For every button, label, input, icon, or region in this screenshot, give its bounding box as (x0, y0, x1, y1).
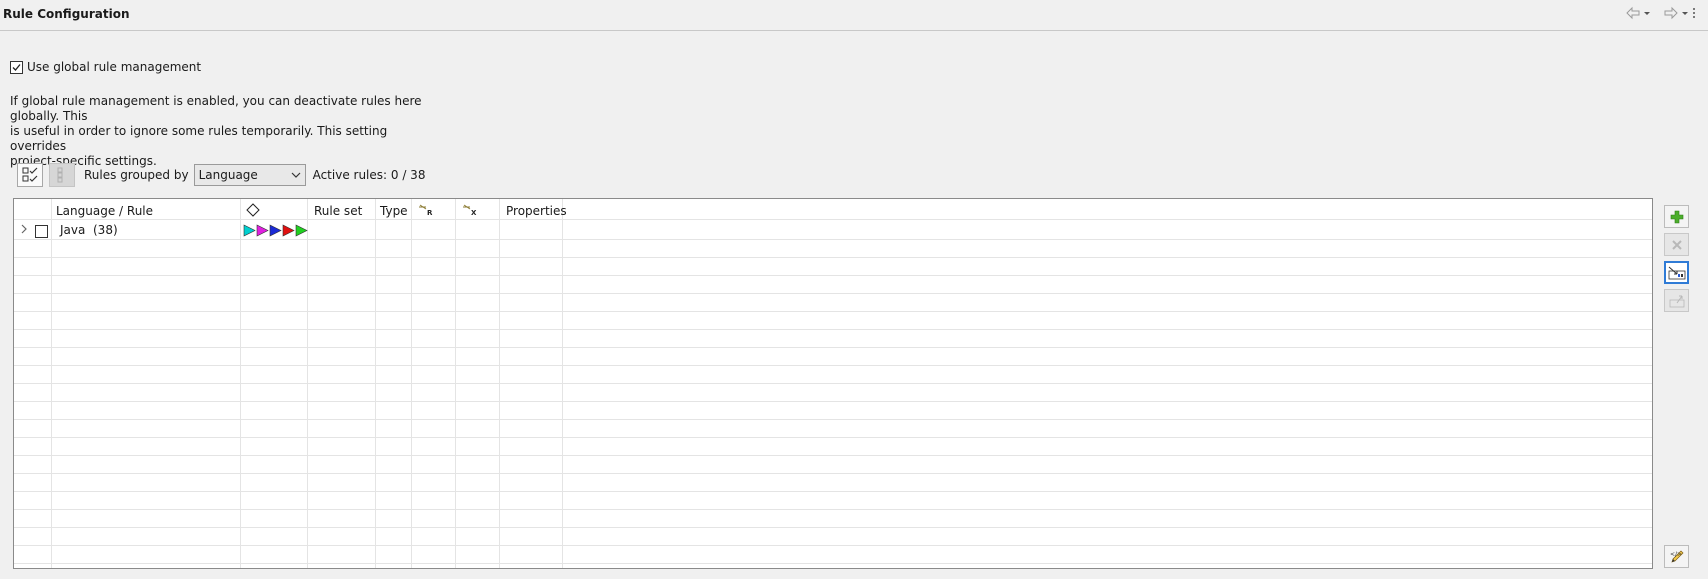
forward-navigation (1663, 6, 1697, 20)
column-header-xpath[interactable]: X (462, 203, 478, 220)
global-rule-description: If global rule management is enabled, yo… (10, 94, 440, 169)
column-header-rule-set[interactable]: Rule set (314, 204, 362, 218)
language-label: Java (38) (60, 223, 118, 237)
row-divider (14, 509, 1652, 510)
edit-rule-button[interactable]: </> (1664, 545, 1689, 568)
column-header-language-rule[interactable]: Language / Rule (56, 204, 153, 218)
rules-table[interactable]: Language / Rule Rule set Type R X Proper… (13, 198, 1653, 569)
svg-text:</>: </> (1670, 551, 1682, 558)
column-header-properties[interactable]: Properties (506, 204, 567, 218)
chevron-down-icon (291, 172, 301, 178)
row-divider (14, 347, 1652, 348)
active-rules-count: Active rules: 0 / 38 (312, 168, 426, 182)
xpath-filter-icon: X (463, 204, 477, 217)
row-divider (14, 491, 1652, 492)
description-line: is useful in order to ignore some rules … (10, 124, 388, 153)
column-header-regex[interactable]: R (418, 203, 434, 220)
global-rule-management-checkbox[interactable] (10, 60, 23, 74)
deselect-all-rules-button[interactable] (49, 163, 75, 187)
checkmark-icon (12, 63, 21, 71)
row-divider (14, 365, 1652, 366)
row-divider (14, 527, 1652, 528)
unchecklist-icon (57, 167, 63, 183)
view-header: Rule Configuration (0, 0, 1708, 31)
row-divider (14, 545, 1652, 546)
description-line: If global rule management is enabled, yo… (10, 94, 422, 123)
severity-triangles-icon (243, 224, 308, 237)
language-name: Java (60, 223, 86, 237)
group-by-select[interactable]: Language (193, 164, 306, 186)
forward-dropdown-icon[interactable] (1681, 6, 1689, 20)
table-row[interactable]: Java (38) (14, 221, 1652, 239)
row-divider (14, 437, 1652, 438)
row-divider (14, 239, 1652, 240)
row-divider (14, 329, 1652, 330)
row-divider (14, 473, 1652, 474)
column-header-type[interactable]: Type (380, 204, 408, 218)
row-divider (14, 401, 1652, 402)
rules-toolbar: Rules grouped by Language Active rules: … (17, 162, 425, 188)
row-divider (14, 293, 1652, 294)
forward-arrow-icon[interactable] (1663, 6, 1679, 20)
export-rules-button[interactable] (1664, 289, 1689, 312)
row-divider (14, 257, 1652, 258)
add-rule-button[interactable] (1664, 205, 1689, 228)
svg-text:R: R (427, 209, 433, 217)
row-checkbox[interactable] (35, 225, 48, 238)
edit-pencil-icon: </> (1670, 550, 1683, 563)
chevron-right-icon[interactable] (20, 223, 28, 238)
delete-icon (1671, 239, 1682, 250)
import-rules-button[interactable] (1664, 261, 1689, 284)
group-by-label: Rules grouped by (84, 168, 189, 182)
global-rule-management-label: Use global rule management (27, 60, 202, 74)
export-icon (1669, 295, 1684, 307)
row-divider (14, 455, 1652, 456)
page-title: Rule Configuration (3, 7, 130, 21)
rule-count: (38) (93, 223, 118, 237)
select-all-rules-button[interactable] (17, 163, 43, 187)
regex-filter-icon: R (419, 204, 433, 217)
global-rule-management-row[interactable]: Use global rule management (10, 60, 201, 74)
row-divider (14, 275, 1652, 276)
priority-diamond-icon (246, 203, 260, 217)
import-icon (1668, 266, 1685, 279)
column-header-priority[interactable] (246, 203, 260, 220)
checklist-icon (22, 167, 38, 182)
remove-rule-button[interactable] (1664, 233, 1689, 256)
row-divider (14, 383, 1652, 384)
back-navigation (1625, 6, 1651, 20)
row-divider (14, 419, 1652, 420)
severity-indicators (243, 224, 309, 237)
back-dropdown-icon[interactable] (1643, 6, 1651, 20)
svg-text:X: X (471, 209, 477, 217)
view-menu-icon[interactable] (1691, 6, 1697, 20)
back-arrow-icon[interactable] (1625, 6, 1641, 20)
plus-icon (1670, 210, 1683, 223)
row-divider (14, 563, 1652, 564)
group-by-value: Language (198, 168, 258, 182)
row-divider (14, 311, 1652, 312)
